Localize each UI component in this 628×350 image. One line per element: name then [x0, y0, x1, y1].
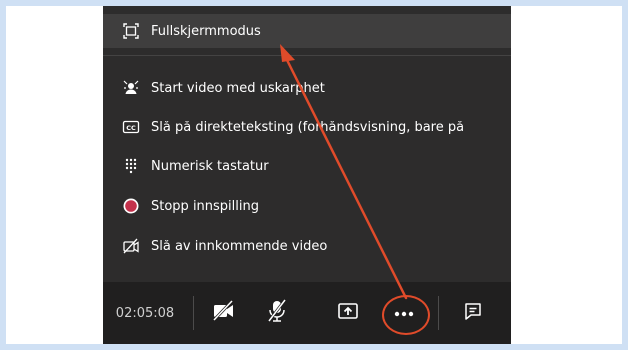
menu-item-dialpad[interactable]: Numerisk tastatur — [103, 149, 511, 183]
svg-text:CC: CC — [126, 124, 136, 132]
share-icon — [336, 299, 360, 327]
more-icon — [392, 304, 416, 323]
call-timer: 02:05:08 — [115, 305, 175, 321]
camera-off-icon — [211, 299, 237, 327]
menu-item-label: Fullskjermmodus — [151, 24, 261, 38]
dialpad-icon — [122, 157, 140, 175]
share-screen-button[interactable] — [330, 296, 366, 330]
menu-divider — [103, 55, 511, 56]
call-controls-bar: 02:05:08 — [103, 282, 511, 344]
incoming-video-off-icon — [122, 237, 140, 255]
menu-item-fullscreen[interactable]: Fullskjermmodus — [103, 14, 511, 48]
blur-background-icon — [122, 79, 140, 97]
menu-item-label: Numerisk tastatur — [151, 159, 269, 173]
menu-item-turn-off-incoming-video[interactable]: Slå av innkommende video — [103, 229, 511, 263]
menu-item-start-video-blur[interactable]: Start video med uskarphet — [103, 71, 511, 105]
chat-button[interactable] — [455, 296, 491, 330]
meeting-window: Fullskjermmodus Start video med uskarphe… — [103, 6, 511, 344]
toolbar-divider — [193, 296, 194, 330]
menu-item-label: Slå av innkommende video — [151, 239, 328, 253]
record-stop-icon — [122, 197, 140, 215]
menu-item-label: Stopp innspilling — [151, 199, 259, 213]
microphone-off-icon — [265, 298, 289, 328]
fullscreen-icon — [122, 22, 140, 40]
toolbar-divider — [438, 296, 439, 330]
microphone-off-button[interactable] — [259, 296, 295, 330]
more-actions-button[interactable] — [386, 296, 422, 330]
menu-item-label: Start video med uskarphet — [151, 81, 325, 95]
menu-item-stop-recording[interactable]: Stopp innspilling — [103, 189, 511, 223]
menu-item-label: Slå på direkteteksting (forhåndsvisning,… — [151, 120, 465, 134]
chat-icon — [462, 300, 484, 326]
camera-off-button[interactable] — [206, 296, 242, 330]
menu-item-live-captions[interactable]: CC Slå på direkteteksting (forhåndsvisni… — [103, 110, 511, 144]
more-actions-menu: Fullskjermmodus Start video med uskarphe… — [103, 6, 511, 282]
closed-captions-icon: CC — [122, 118, 140, 136]
